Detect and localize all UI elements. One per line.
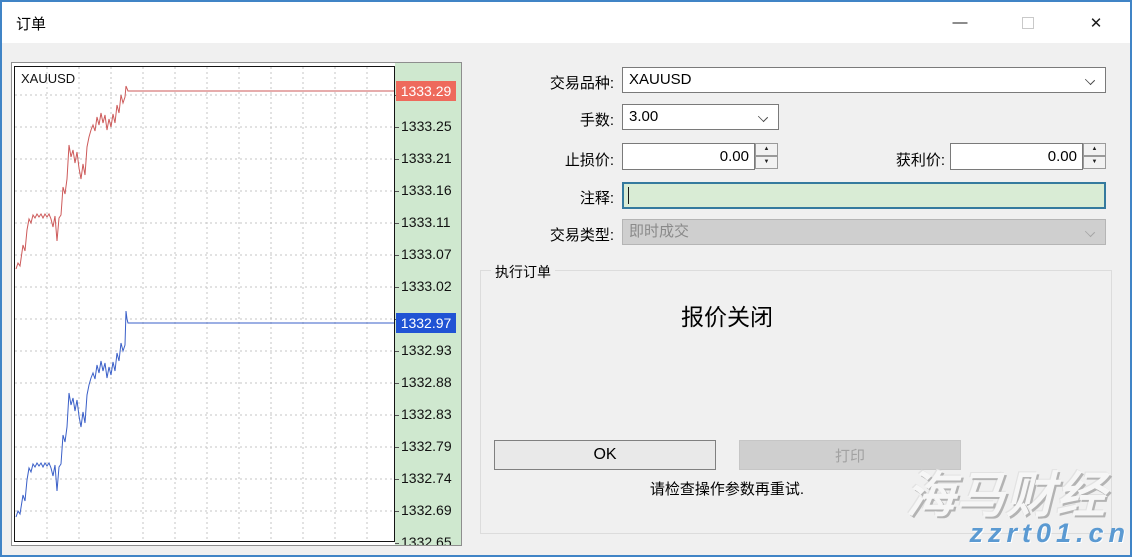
price-scale-tick: [395, 415, 399, 416]
price-scale-label: 1332.93: [401, 342, 452, 358]
bid-line: [16, 311, 394, 517]
symbol-select-value: XAUUSD: [629, 71, 692, 88]
price-scale-label: 1333.02: [401, 278, 452, 294]
maximize-icon: [1022, 17, 1034, 29]
price-scale-label: 1333.21: [401, 150, 452, 166]
price-scale-label: 1332.88: [401, 374, 452, 390]
spin-up-icon[interactable]: ▲: [1083, 143, 1106, 156]
print-button: 打印: [739, 440, 961, 470]
price-scale-label: 1332.69: [401, 502, 452, 518]
take-profit-label: 获利价:: [792, 149, 945, 170]
ask-line: [16, 86, 394, 269]
take-profit-spinner: ▲ ▼: [1083, 143, 1106, 170]
trade-type-label: 交易类型:: [462, 224, 614, 245]
chevron-down-icon: [758, 112, 768, 122]
maximize-button: [994, 2, 1062, 43]
volume-select[interactable]: 3.00: [622, 104, 779, 130]
stop-loss-input[interactable]: 0.00: [622, 143, 755, 170]
text-caret: [628, 187, 629, 204]
price-scale-tick: [395, 447, 399, 448]
stop-loss-label: 止损价:: [462, 149, 614, 170]
trade-type-select: 即时成交: [622, 219, 1106, 245]
tick-chart-plot: XAUUSD: [14, 66, 395, 542]
chevron-down-icon: [1085, 227, 1095, 237]
trade-type-select-value: 即时成交: [629, 223, 689, 240]
chevron-down-icon: [1085, 75, 1095, 85]
price-scale-label: 1333.07: [401, 246, 452, 262]
price-scale-tick: [395, 255, 399, 256]
spin-down-icon[interactable]: ▼: [755, 156, 778, 169]
price-scale-tick: [395, 479, 399, 480]
price-scale-tick: [395, 159, 399, 160]
price-scale-label: 1332.74: [401, 470, 452, 486]
price-scale-label: 1332.65: [401, 534, 452, 545]
price-scale-tick: [395, 127, 399, 128]
price-scale-tick: [395, 287, 399, 288]
window-title: 订单: [16, 13, 46, 34]
spin-up-icon[interactable]: ▲: [755, 143, 778, 156]
ok-button[interactable]: OK: [494, 440, 716, 470]
tick-chart-svg: [15, 67, 394, 541]
price-scale-tick: [395, 191, 399, 192]
volume-label: 手数:: [462, 109, 614, 130]
close-button[interactable]: ✕: [1062, 2, 1130, 43]
price-scale-tick: [395, 351, 399, 352]
price-scale-tick: [395, 383, 399, 384]
stop-loss-spinner: ▲ ▼: [755, 143, 778, 170]
price-scale-label: 1333.25: [401, 118, 452, 134]
bid-price-box: 1332.97: [396, 313, 456, 333]
price-scale-tick: [395, 511, 399, 512]
minimize-button[interactable]: —: [926, 2, 994, 43]
window-controls: — ✕: [926, 2, 1130, 43]
price-scale: 1333.29 1332.97 1333.301333.251333.21133…: [395, 63, 461, 545]
spin-down-icon[interactable]: ▼: [1083, 156, 1106, 169]
price-scale-label: 1333.11: [401, 214, 451, 230]
symbol-label: 交易品种:: [462, 72, 614, 93]
retry-hint-text: 请检查操作参数再重试.: [480, 478, 974, 499]
ask-price-box: 1333.29: [396, 81, 456, 101]
execution-group-label: 执行订单: [491, 262, 555, 282]
price-scale-label: 1332.79: [401, 438, 452, 454]
price-scale-tick: [395, 543, 399, 544]
quote-status-text: 报价关闭: [480, 298, 974, 332]
tick-chart-panel: XAUUSD 1333.29 1332.97 1333.301333.25133…: [11, 62, 462, 546]
price-scale-tick: [395, 223, 399, 224]
symbol-select[interactable]: XAUUSD: [622, 67, 1106, 93]
order-dialog-window: 订单 — ✕ XAUUSD 1333.29 1332.97 1333.30133…: [0, 0, 1132, 557]
chart-symbol-label: XAUUSD: [21, 71, 75, 86]
price-scale-label: 1333.16: [401, 182, 452, 198]
take-profit-input[interactable]: 0.00: [950, 143, 1083, 170]
titlebar: 订单 — ✕: [2, 2, 1130, 43]
comment-input[interactable]: [622, 182, 1106, 209]
comment-label: 注释:: [462, 187, 614, 208]
price-scale-label: 1332.83: [401, 406, 452, 422]
volume-select-value: 3.00: [629, 108, 658, 125]
